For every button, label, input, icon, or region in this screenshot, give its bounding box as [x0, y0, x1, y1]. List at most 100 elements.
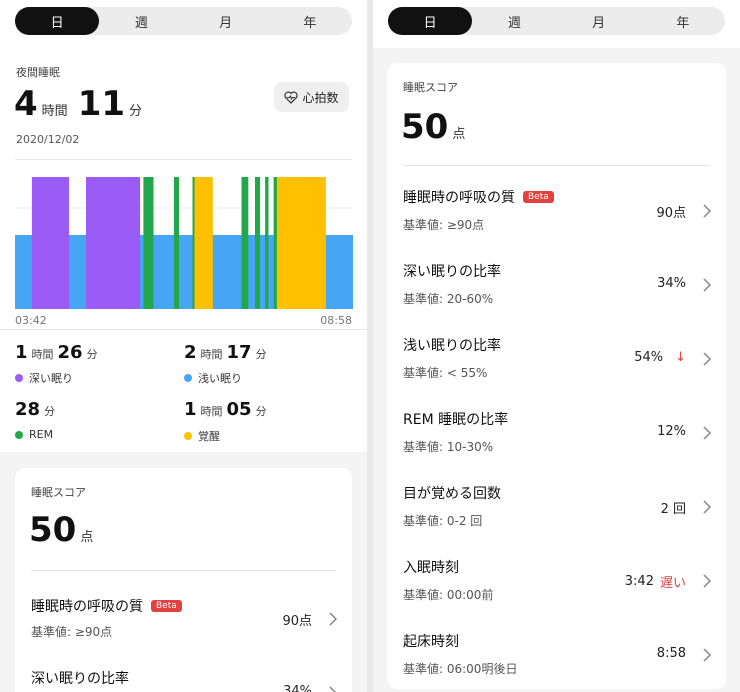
rem-minutes: 28: [15, 399, 41, 420]
row-title: 目が覚める回数: [403, 483, 501, 503]
bedtime-row[interactable]: 入眠時刻 基準値: 00:00前 3:42 遅い: [387, 543, 726, 617]
row-title-text: 入眠時刻: [403, 560, 459, 576]
sleep-segment-rem: [265, 177, 269, 309]
sleep-segment-rem: [255, 177, 261, 309]
row-value: 2 回: [661, 498, 686, 517]
sleep-segment-rem: [192, 177, 195, 309]
tab-week[interactable]: 週: [472, 7, 556, 35]
row-value: 90点: [282, 614, 312, 629]
row-title-text: 起床時刻: [403, 634, 459, 650]
score-unit: 点: [452, 127, 466, 142]
score-label: 睡眠スコア: [31, 486, 86, 499]
tab-month[interactable]: 月: [184, 7, 268, 35]
deep-ratio-row[interactable]: 深い眠りの比率 基準値: 20-60% 34%: [387, 247, 726, 321]
legend-awake: 覚醒: [184, 428, 220, 444]
light-minutes: 17: [226, 342, 252, 363]
deep-ratio-row[interactable]: 深い眠りの比率 34%: [15, 646, 352, 692]
tab-day[interactable]: 日: [388, 7, 473, 35]
row-value: 54% ↓: [634, 350, 686, 365]
legend-awake-label: 覚醒: [198, 430, 220, 443]
rem-minutes-unit: 分: [44, 405, 56, 418]
light-minutes-unit: 分: [255, 348, 267, 361]
row-value-text: 12%: [657, 424, 686, 439]
tab-year[interactable]: 年: [268, 7, 352, 35]
row-value-text: 8:58: [656, 646, 686, 661]
score-number: 50: [401, 107, 449, 147]
light-ratio-row[interactable]: 浅い眠りの比率 基準値: < 55% 54% ↓: [387, 321, 726, 395]
period-tabs: 日 週 月 年: [388, 7, 725, 35]
chevron-right-icon: [329, 686, 337, 692]
tab-week[interactable]: 週: [99, 7, 183, 35]
score-value: 50 点: [29, 510, 93, 550]
row-title: REM 睡眠の比率: [403, 409, 508, 429]
awake-minutes: 05: [226, 399, 252, 420]
row-standard: 基準値: 20-60%: [403, 292, 494, 306]
sleep-score-card: 睡眠スコア 50 点 睡眠時の呼吸の質 Beta 基準値: ≥90点 90点 深…: [387, 63, 726, 689]
chevron-right-icon: [703, 352, 712, 366]
right-screen: 日 週 月 年 睡眠スコア 50 点 睡眠時の呼吸の質 Beta 基準値: ≥9…: [373, 0, 740, 692]
row-title-text: 睡眠時の呼吸の質: [31, 599, 143, 615]
score-number: 50: [29, 510, 77, 550]
chevron-right-icon: [703, 426, 712, 440]
wake-count-row[interactable]: 目が覚める回数 基準値: 0-2 回 2 回: [387, 469, 726, 543]
deep-hours: 1: [15, 342, 28, 363]
sleep-segment-awake: [192, 177, 213, 309]
row-title-text: 目が覚める回数: [403, 486, 501, 502]
sleep-score-card: 睡眠スコア 50 点 睡眠時の呼吸の質 Beta 基準値: ≥90点 90点 深…: [15, 468, 352, 692]
arrow-down-icon: ↓: [675, 350, 686, 365]
row-value-text: 3:42: [624, 574, 654, 589]
chevron-right-icon: [703, 204, 712, 218]
sleep-segment-rem: [273, 177, 277, 309]
tab-year[interactable]: 年: [641, 7, 725, 35]
row-value: 12%: [657, 424, 686, 439]
row-title: 入眠時刻: [403, 557, 459, 577]
divider: [15, 159, 352, 160]
divider: [31, 570, 336, 571]
row-title: 睡眠時の呼吸の質 Beta: [403, 187, 554, 207]
minutes-unit: 分: [129, 104, 143, 119]
deep-minutes-unit: 分: [86, 348, 98, 361]
period-tabs: 日 週 月 年: [15, 7, 352, 35]
tab-day[interactable]: 日: [15, 7, 100, 35]
chart-start-time: 03:42: [15, 314, 47, 327]
deep-hours-unit: 時間: [31, 348, 54, 361]
sleep-segment-deep: [86, 177, 141, 309]
heart-rate-label: 心拍数: [302, 90, 339, 105]
sleep-date: 2020/12/02: [16, 133, 80, 146]
score-value: 50 点: [401, 107, 465, 147]
rem-ratio-row[interactable]: REM 睡眠の比率 基準値: 10-30% 12%: [387, 395, 726, 469]
total-minutes: 11: [77, 84, 126, 124]
awake-hours-unit: 時間: [200, 405, 223, 418]
chevron-right-icon: [703, 500, 712, 514]
hours-unit: 時間: [41, 104, 68, 119]
row-title-text: 深い眠りの比率: [31, 671, 129, 687]
left-screen: 日 週 月 年 夜間睡眠 4 時間 11 分 2020/12/02 心拍数 03…: [0, 0, 367, 692]
chevron-right-icon: [703, 574, 712, 588]
awake-hours: 1: [184, 399, 197, 420]
beta-badge: Beta: [523, 191, 554, 203]
row-value-text: 34%: [657, 276, 686, 291]
light-hours-unit: 時間: [200, 348, 223, 361]
row-value-text: 54%: [634, 350, 664, 365]
beta-badge: Beta: [151, 600, 182, 612]
wake-time-row[interactable]: 起床時刻 基準値: 06:00明後日 8:58: [387, 617, 726, 691]
row-title: 睡眠時の呼吸の質 Beta: [31, 596, 182, 616]
row-standard: 基準値: ≥90点: [403, 218, 485, 232]
row-standard: 基準値: < 55%: [403, 366, 488, 380]
heart-rate-button[interactable]: 心拍数: [274, 82, 349, 112]
breathing-quality-row[interactable]: 睡眠時の呼吸の質 Beta 基準値: ≥90点 90点: [387, 173, 726, 247]
total-hours: 4: [14, 84, 38, 124]
sleep-stage-chart: [15, 177, 353, 309]
row-value-text: 90点: [656, 206, 686, 221]
row-title-text: 睡眠時の呼吸の質: [403, 190, 515, 206]
row-title: 深い眠りの比率: [403, 261, 501, 281]
rem-duration: 28 分: [15, 399, 55, 420]
row-title: 浅い眠りの比率: [403, 335, 501, 355]
row-standard: 基準値: ≥90点: [31, 625, 113, 639]
breathing-quality-row[interactable]: 睡眠時の呼吸の質 Beta 基準値: ≥90点 90点: [15, 572, 352, 646]
chart-end-time: 08:58: [320, 314, 352, 327]
tab-month[interactable]: 月: [557, 7, 641, 35]
sleep-segment-rem: [173, 177, 179, 309]
row-title: 深い眠りの比率: [31, 668, 129, 688]
light-sleep-duration: 2 時間 17 分: [184, 342, 267, 363]
